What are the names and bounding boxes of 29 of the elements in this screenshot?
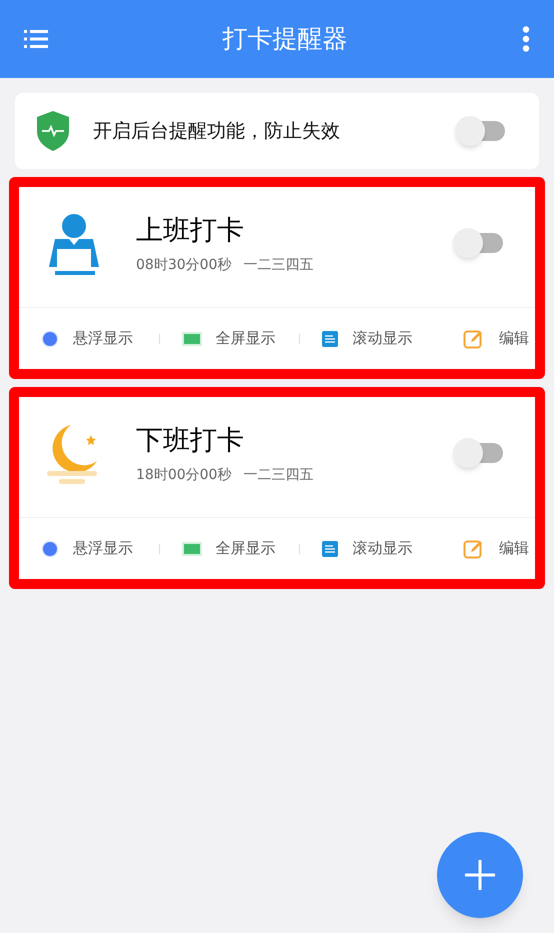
display-option-button[interactable]: 编辑 <box>463 327 530 350</box>
display-option-button[interactable]: 滚动显示 <box>322 537 412 560</box>
reminder-time: 18时00分00秒 <box>136 466 232 485</box>
circle-icon <box>41 540 59 558</box>
reminder-days: 一二三四五 <box>243 465 314 486</box>
background-reminder-text: 开启后台提醒功能，防止失效 <box>93 118 341 144</box>
display-option-button[interactable]: 滚动显示 <box>322 327 412 350</box>
display-option-button[interactable]: 悬浮显示 <box>41 327 133 350</box>
display-option-button[interactable]: 编辑 <box>463 537 530 560</box>
display-option-button[interactable]: 全屏显示 <box>182 537 276 560</box>
reminder-time: 08时30分00秒 <box>136 256 232 275</box>
menu-icon[interactable] <box>24 29 48 49</box>
shield-icon <box>37 111 69 151</box>
display-option-button[interactable]: 全屏显示 <box>182 327 276 350</box>
rectangle-icon <box>182 542 202 556</box>
display-option-button[interactable]: 悬浮显示 <box>41 537 133 560</box>
toggle-switch[interactable] <box>453 437 505 469</box>
reminder-title: 下班打卡 <box>136 424 245 458</box>
reminder-title: 上班打卡 <box>136 214 245 248</box>
text-lines-icon <box>322 540 338 556</box>
rectangle-icon <box>182 332 202 346</box>
circle-icon <box>41 330 59 348</box>
text-lines-icon <box>322 330 338 346</box>
app-title: 打卡提醒器 <box>222 23 348 56</box>
toggle-switch[interactable] <box>453 227 505 259</box>
plus-icon <box>464 859 496 891</box>
reminder-days: 一二三四五 <box>243 255 314 276</box>
more-icon[interactable] <box>522 26 530 52</box>
toggle-switch[interactable] <box>455 115 507 147</box>
